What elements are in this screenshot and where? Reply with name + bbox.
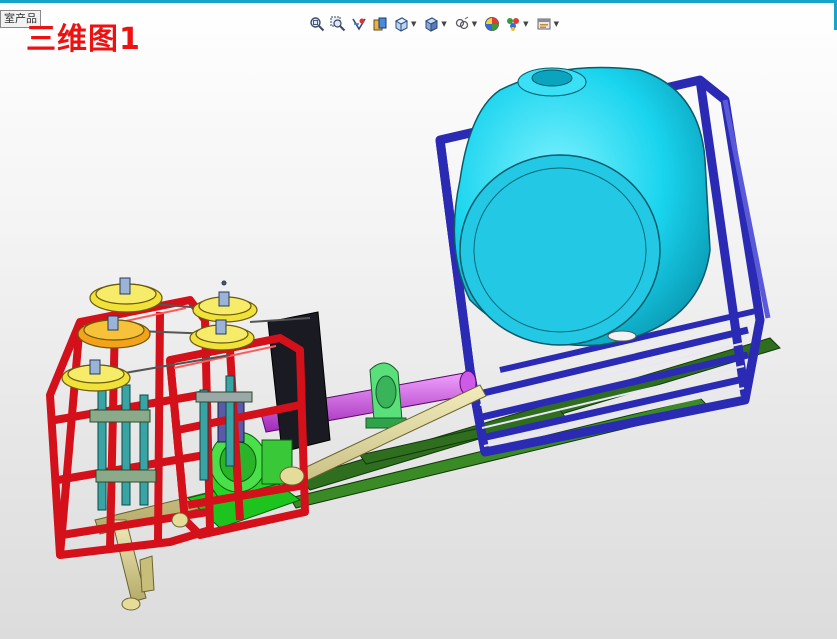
assembly-model[interactable] bbox=[0, 0, 837, 639]
bearing-housing bbox=[365, 362, 407, 429]
pressure-tank bbox=[453, 66, 711, 347]
3d-viewport[interactable]: 室产品 三维图1 ▼ ▼ ▼ ▼ ▼ bbox=[0, 0, 837, 639]
